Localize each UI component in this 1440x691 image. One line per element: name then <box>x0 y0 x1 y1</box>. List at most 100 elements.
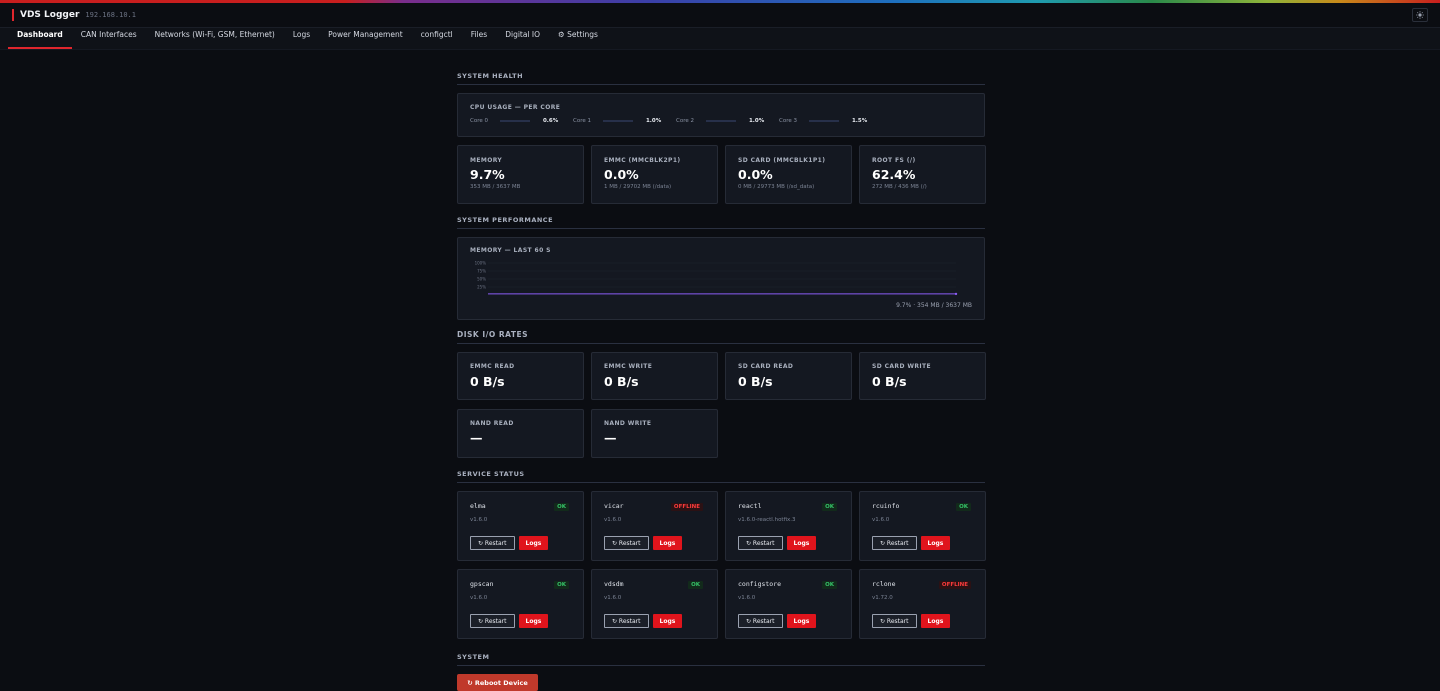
service-version: v1.72.0 <box>872 595 893 601</box>
metric-value: 0.0% <box>738 167 773 182</box>
core-usage-bar <box>499 120 530 122</box>
core-usage-bar <box>808 120 839 122</box>
service-version: v1.6.0 <box>470 517 488 523</box>
tab-digital-io[interactable]: Digital IO <box>496 27 549 49</box>
restart-button[interactable]: ↻ Restart <box>738 614 783 628</box>
logs-button[interactable]: Logs <box>652 614 683 628</box>
tab-networks[interactable]: Networks (Wi-Fi, GSM, Ethernet) <box>146 27 284 49</box>
io-value: 0 B/s <box>738 374 773 389</box>
service-actions: ↻ Restart Logs <box>738 536 817 550</box>
io-value: 0 B/s <box>604 374 639 389</box>
metric-label: SD CARD (MMCBLK1P1) <box>738 157 826 164</box>
service-card-configstore: configstore v1.6.0 OK ↻ Restart Logs <box>725 569 852 639</box>
logs-button[interactable]: Logs <box>920 536 951 550</box>
y-tick-label: 25% <box>477 285 486 290</box>
logs-button[interactable]: Logs <box>652 536 683 550</box>
memory-chart-title: MEMORY — LAST 60 S <box>470 247 551 254</box>
tab-settings[interactable]: ⚙ Settings <box>549 27 607 49</box>
reboot-device-button[interactable]: ↻ Reboot Device <box>457 674 538 691</box>
core-usage-bar <box>705 120 736 122</box>
core-pct: 0.6% <box>542 118 559 124</box>
tab-power-management[interactable]: Power Management <box>319 27 411 49</box>
status-badge: OK <box>822 581 837 589</box>
y-tick-label: 100% <box>475 261 487 266</box>
core-item: Core 1 1.0% <box>573 118 676 124</box>
section-title-system-performance: SYSTEM PERFORMANCE <box>457 216 985 229</box>
io-label: EMMC WRITE <box>604 363 653 370</box>
status-badge: OK <box>554 503 569 511</box>
section-title-system-health: SYSTEM HEALTH <box>457 72 985 85</box>
restart-button[interactable]: ↻ Restart <box>604 614 649 628</box>
tab-files[interactable]: Files <box>462 27 496 49</box>
core-usage-bar <box>602 120 633 122</box>
service-card-elma: elma v1.6.0 OK ↻ Restart Logs <box>457 491 584 561</box>
service-version: v1.6.0-reactl.hotfix.3 <box>738 517 796 523</box>
restart-button[interactable]: ↻ Restart <box>872 536 917 550</box>
core-item: Core 2 1.0% <box>676 118 779 124</box>
top-bar: VDS Logger 192.168.10.1 <box>0 3 1440 28</box>
metric-detail: 1 MB / 29702 MB (/data) <box>604 184 672 190</box>
service-card-vicar: vicar v1.6.0 OFFLINE ↻ Restart Logs <box>591 491 718 561</box>
tab-dashboard[interactable]: Dashboard <box>8 27 72 49</box>
service-card-reactl: reactl v1.6.0-reactl.hotfix.3 OK ↻ Restart L… <box>725 491 852 561</box>
restart-button[interactable]: ↻ Restart <box>604 536 649 550</box>
io-emmc-read: EMMC READ 0 B/s <box>457 352 584 400</box>
tab-logs[interactable]: Logs <box>284 27 319 49</box>
tab-configctl[interactable]: configctl <box>412 27 462 49</box>
sun-icon <box>1416 11 1424 19</box>
memory-chart-footer: 9.7% · 354 MB / 3637 MB <box>896 302 972 309</box>
io-label: SD CARD WRITE <box>872 363 931 370</box>
io-label: NAND READ <box>470 420 514 427</box>
io-value: — <box>604 430 617 445</box>
core-pct: 1.0% <box>645 118 662 124</box>
logs-button[interactable]: Logs <box>786 614 817 628</box>
io-sd-write: SD CARD WRITE 0 B/s <box>859 352 986 400</box>
memory-series-point <box>954 292 958 296</box>
restart-button[interactable]: ↻ Restart <box>470 536 515 550</box>
y-tick-label: 50% <box>477 277 486 282</box>
io-nand-read: NAND READ — <box>457 409 584 458</box>
service-card-gpscan: gpscan v1.6.0 OK ↻ Restart Logs <box>457 569 584 639</box>
status-badge: OFFLINE <box>670 503 703 511</box>
theme-toggle-button[interactable] <box>1412 8 1428 22</box>
metric-detail: 353 MB / 3637 MB <box>470 184 521 190</box>
core-label: Core 3 <box>779 118 797 124</box>
status-badge: OK <box>822 503 837 511</box>
logs-button[interactable]: Logs <box>920 614 951 628</box>
core-pct: 1.5% <box>851 118 868 124</box>
core-item: Core 3 1.5% <box>779 118 882 124</box>
metric-label: EMMC (MMCBLK2P1) <box>604 157 681 164</box>
metric-value: 9.7% <box>470 167 505 182</box>
status-badge: OK <box>688 581 703 589</box>
service-version: v1.6.0 <box>470 595 488 601</box>
service-card-vdsdm: vdsdm v1.6.0 OK ↻ Restart Logs <box>591 569 718 639</box>
tab-can-interfaces[interactable]: CAN Interfaces <box>72 27 146 49</box>
section-title-system: SYSTEM <box>457 653 985 666</box>
restart-button[interactable]: ↻ Restart <box>872 614 917 628</box>
io-label: SD CARD READ <box>738 363 794 370</box>
logs-button[interactable]: Logs <box>518 536 549 550</box>
status-badge: OK <box>554 581 569 589</box>
dashboard-content: SYSTEM HEALTH CPU USAGE — PER CORE Core … <box>457 72 986 691</box>
service-actions: ↻ Restart Logs <box>872 536 951 550</box>
metric-value: 62.4% <box>872 167 916 182</box>
cpu-usage-title: CPU USAGE — PER CORE <box>470 104 561 111</box>
logs-button[interactable]: Logs <box>786 536 817 550</box>
io-emmc-write: EMMC WRITE 0 B/s <box>591 352 718 400</box>
memory-chart: 100% 75% 50% 25% <box>475 261 958 296</box>
app-title: VDS Logger <box>20 10 80 20</box>
service-grid: elma v1.6.0 OK ↻ Restart Logs vicar v1.6.0 OFFL… <box>457 491 986 639</box>
logs-button[interactable]: Logs <box>518 614 549 628</box>
service-version: v1.6.0 <box>604 595 622 601</box>
restart-button[interactable]: ↻ Restart <box>738 536 783 550</box>
io-label: EMMC READ <box>470 363 515 370</box>
disk-io-grid: EMMC READ 0 B/s EMMC WRITE 0 B/s SD CARD R… <box>457 352 986 458</box>
restart-button[interactable]: ↻ Restart <box>470 614 515 628</box>
metric-value: 0.0% <box>604 167 639 182</box>
main-tabs: Dashboard CAN Interfaces Networks (Wi-Fi… <box>0 28 1440 50</box>
io-nand-write: NAND WRITE — <box>591 409 718 458</box>
service-actions: ↻ Restart Logs <box>872 614 951 628</box>
y-tick-label: 75% <box>477 269 486 274</box>
io-value: 0 B/s <box>872 374 907 389</box>
core-label: Core 0 <box>470 118 488 124</box>
